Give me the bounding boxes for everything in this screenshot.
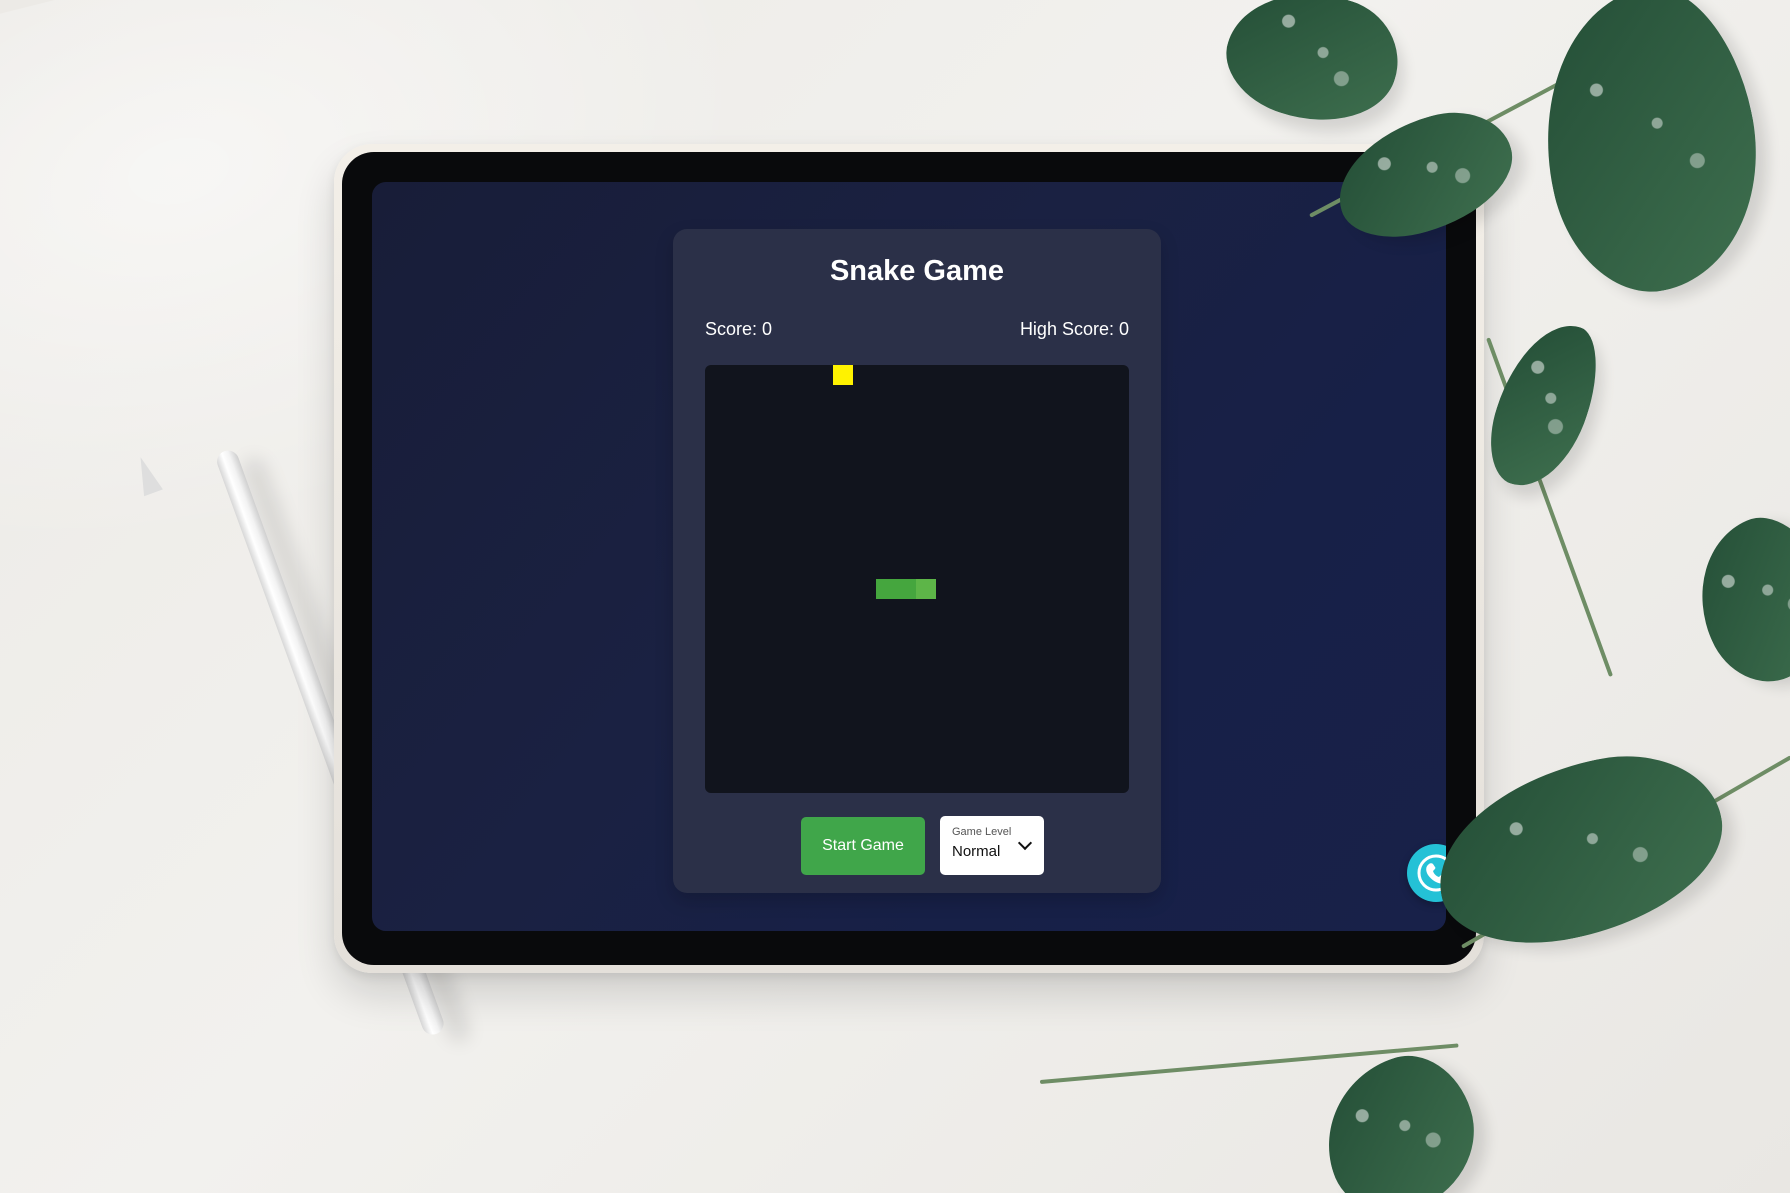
plant-leaf — [1305, 1040, 1495, 1193]
score-label: Score: 0 — [705, 319, 773, 339]
tablet-bezel: Snake Game Score: 0 High Score: 0 Start … — [342, 152, 1476, 965]
game-level-select[interactable]: Game Level Normal — [940, 816, 1044, 875]
photo-scene: Snake Game Score: 0 High Score: 0 Start … — [0, 0, 1790, 1193]
snake-body-segment — [896, 579, 916, 599]
score-row: Score: 0 High Score: 0 — [705, 319, 1129, 347]
snake-game-card: Snake Game Score: 0 High Score: 0 Start … — [673, 229, 1161, 893]
tablet-screen: Snake Game Score: 0 High Score: 0 Start … — [372, 182, 1446, 931]
plant-leaf — [1475, 310, 1613, 500]
plant-leaf — [1673, 500, 1790, 700]
tablet-device: Snake Game Score: 0 High Score: 0 Start … — [334, 144, 1484, 973]
game-controls: Start Game Game Level Normal — [673, 816, 1161, 876]
food-pellet — [833, 365, 853, 385]
game-title: Snake Game — [829, 255, 1005, 287]
high-score-label: High Score: 0 — [1019, 319, 1129, 339]
snake-head-segment — [916, 579, 936, 599]
plant-leaf — [1212, 0, 1414, 144]
plant-leaf — [1516, 0, 1784, 309]
game-board[interactable] — [705, 365, 1129, 793]
start-game-button[interactable]: Start Game — [801, 817, 925, 875]
snake-tail-segment — [876, 579, 896, 599]
